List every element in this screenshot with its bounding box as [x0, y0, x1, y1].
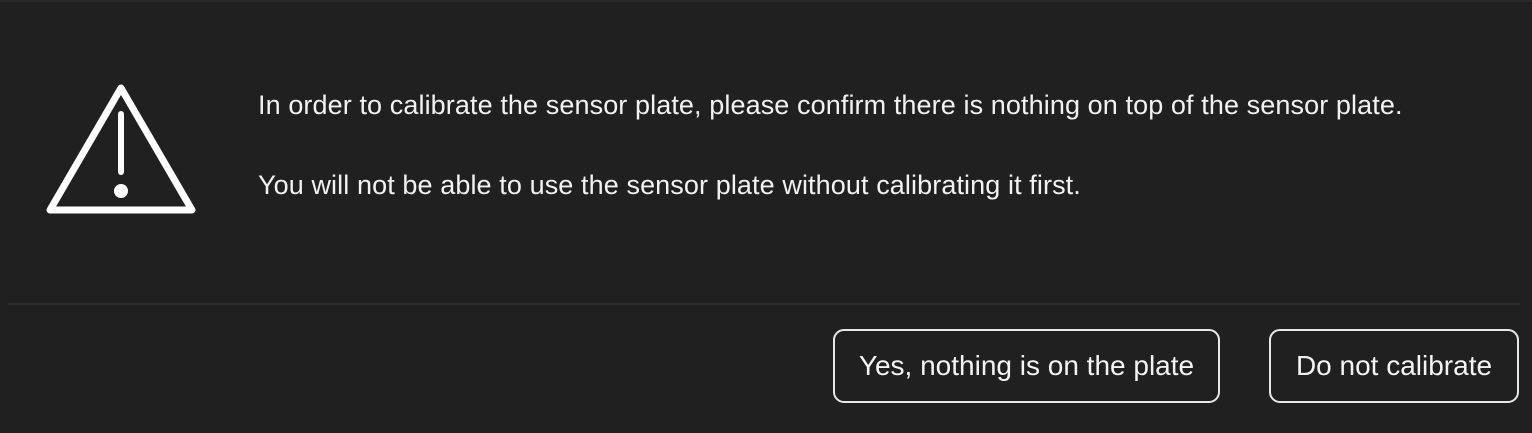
dialog-message: In order to calibrate the sensor plate, … [258, 88, 1528, 202]
warning-triangle-icon [46, 84, 196, 214]
confirm-button[interactable]: Yes, nothing is on the plate [833, 329, 1220, 403]
calibration-dialog: In order to calibrate the sensor plate, … [0, 0, 1532, 433]
dialog-divider [8, 303, 1520, 305]
message-line-warning: You will not be able to use the sensor p… [258, 170, 1081, 200]
message-line-confirm: In order to calibrate the sensor plate, … [258, 90, 1403, 120]
do-not-calibrate-button[interactable]: Do not calibrate [1269, 329, 1519, 403]
